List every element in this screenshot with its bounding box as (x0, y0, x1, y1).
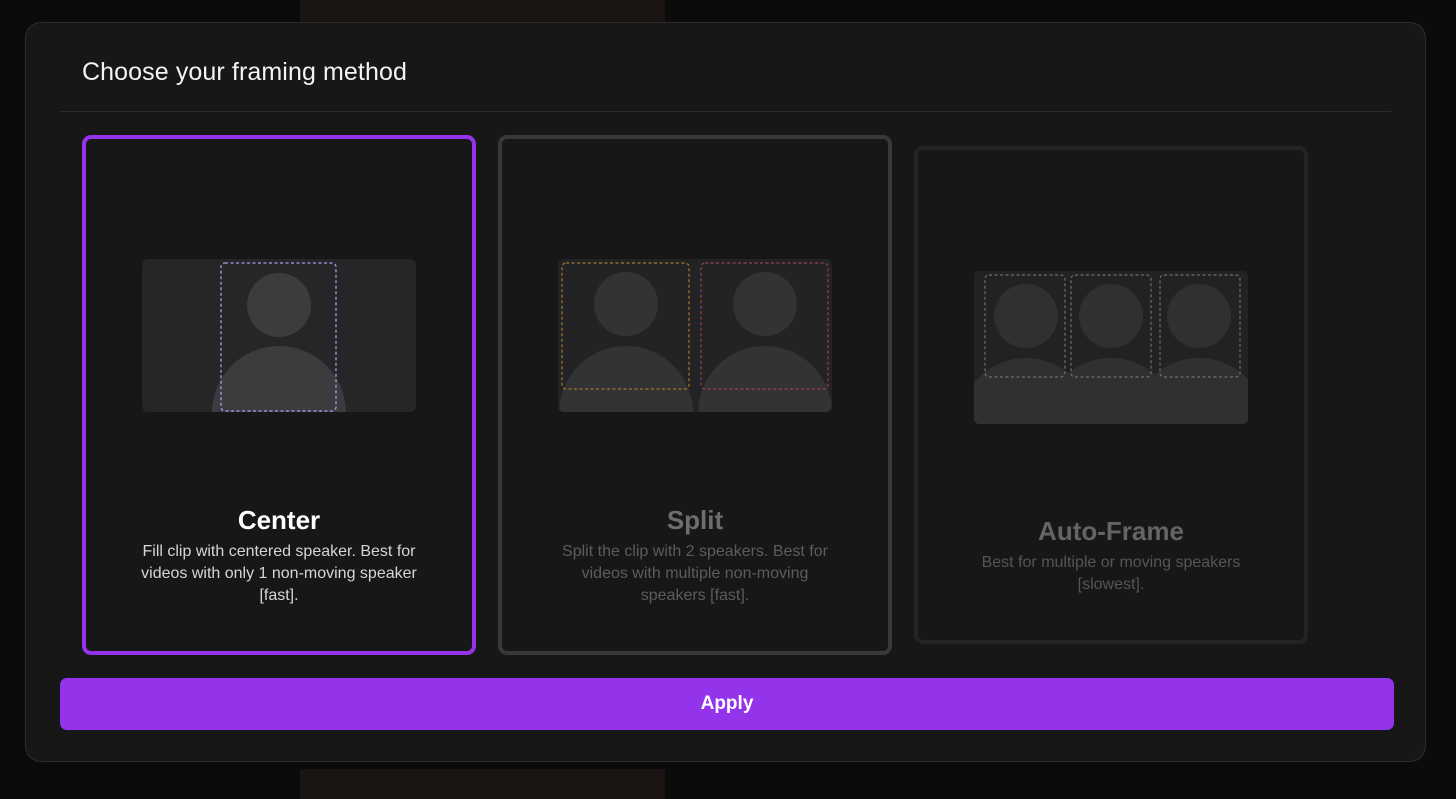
title-divider (60, 111, 1391, 112)
option-center-title: Center (237, 505, 321, 535)
split-framing-illustration (558, 259, 832, 412)
auto-frame-illustration (974, 271, 1248, 424)
option-auto-frame-description: Best for multiple or moving speakers [sl… (981, 554, 1241, 593)
option-auto-frame-title: Auto-Frame (1038, 516, 1184, 546)
backdrop-thumbnail-top (300, 0, 665, 22)
option-center-description: Fill clip with centered speaker. Best fo… (141, 543, 417, 604)
center-framing-illustration (142, 259, 416, 412)
option-auto-frame-card[interactable]: Auto-Frame Best for multiple or moving s… (914, 146, 1308, 644)
option-center-card[interactable]: Center Fill clip with centered speaker. … (82, 135, 476, 655)
option-split-title: Split (666, 505, 724, 535)
framing-method-modal: Choose your framing method Center Fill c… (25, 22, 1426, 762)
modal-title: Choose your framing method (82, 58, 407, 86)
option-split-card[interactable]: Split Split the clip with 2 speakers. Be… (498, 135, 892, 655)
backdrop-thumbnail-bottom (300, 769, 665, 799)
option-split-description: Split the clip with 2 speakers. Best for… (562, 543, 828, 604)
apply-button[interactable]: Apply (60, 678, 1394, 730)
